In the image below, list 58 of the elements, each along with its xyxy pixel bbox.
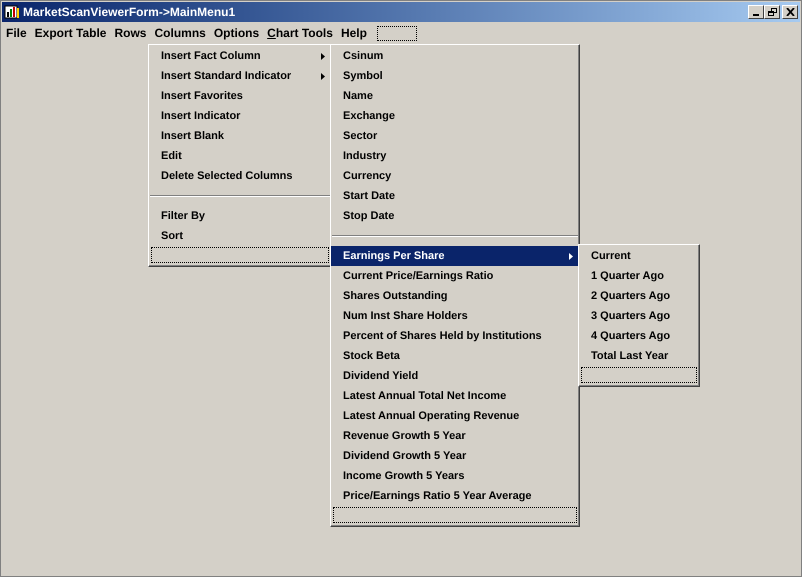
menu-item[interactable]: Dividend Growth 5 Year — [331, 446, 579, 466]
submenu-arrow-icon — [321, 72, 325, 80]
menu-item[interactable]: 1 Quarter Ago — [579, 266, 699, 286]
menu-item[interactable]: 4 Quarters Ago — [579, 326, 699, 346]
menu-item[interactable]: Symbol — [331, 66, 579, 86]
menu-item[interactable]: Income Growth 5 Years — [331, 466, 579, 486]
menu-item[interactable]: 3 Quarters Ago — [579, 306, 699, 326]
menu-bar-item[interactable]: Options — [210, 24, 264, 42]
menu-item[interactable]: Sector — [331, 126, 579, 146]
menu-item[interactable]: Current Price/Earnings Ratio — [331, 266, 579, 286]
menu-item[interactable]: Earnings Per Share — [331, 246, 579, 266]
menu-item[interactable]: Shares Outstanding — [331, 286, 579, 306]
menu-item[interactable]: Insert Indicator — [149, 106, 331, 126]
menu-item[interactable]: Edit — [149, 146, 331, 166]
restore-button[interactable] — [764, 5, 780, 19]
menu-item[interactable]: Num Inst Share Holders — [331, 306, 579, 326]
menu-item[interactable]: Dividend Yield — [331, 366, 579, 386]
menu-item[interactable]: Latest Annual Total Net Income — [331, 386, 579, 406]
menu-item[interactable]: Revenue Growth 5 Year — [331, 426, 579, 446]
empty-menu-item[interactable] — [376, 26, 417, 40]
menu-item[interactable]: 2 Quarters Ago — [579, 286, 699, 306]
menu-item[interactable]: Total Last Year — [579, 346, 699, 366]
menu-item[interactable]: Stock Beta — [331, 346, 579, 366]
menu-item[interactable]: Exchange — [331, 106, 579, 126]
empty-menu-item[interactable] — [151, 247, 329, 263]
window-title: MarketScanViewerForm->MainMenu1 — [23, 4, 236, 21]
menu-item[interactable]: Percent of Shares Held by Institutions — [331, 326, 579, 346]
menu-item[interactable]: Insert Standard Indicator — [149, 66, 331, 86]
menu-item[interactable]: Start Date — [331, 186, 579, 206]
restore-icon — [768, 8, 776, 16]
menu-item[interactable]: Sort — [149, 226, 331, 246]
menu-item[interactable]: Insert Blank — [149, 126, 331, 146]
empty-menu-item[interactable] — [581, 367, 697, 383]
menu-item[interactable]: Industry — [331, 146, 579, 166]
menu-bar-item[interactable]: Rows — [110, 24, 150, 42]
menu-bar-item[interactable]: Chart Tools — [263, 24, 337, 42]
menu-item[interactable]: Filter By — [149, 206, 331, 226]
menu-bar-item[interactable]: File — [2, 24, 31, 42]
menu-item[interactable]: Stop Date — [331, 206, 579, 226]
menu-item[interactable]: Name — [331, 86, 579, 106]
menu-item[interactable]: Price/Earnings Ratio 5 Year Average — [331, 486, 579, 506]
submenu-arrow-icon — [321, 52, 325, 60]
menu-item[interactable]: Insert Fact Column — [149, 46, 331, 66]
menu-item[interactable]: Current — [579, 246, 699, 266]
empty-menu-item[interactable] — [333, 507, 577, 523]
menu-item[interactable]: Insert Favorites — [149, 86, 331, 106]
submenu-arrow-icon — [569, 252, 573, 260]
menu-bar-item[interactable]: Export Table — [30, 24, 110, 42]
menu-item[interactable]: Csinum — [331, 46, 579, 66]
menu-item[interactable]: Latest Annual Operating Revenue — [331, 406, 579, 426]
menu-bar-item[interactable]: Help — [336, 24, 371, 42]
close-button[interactable] — [782, 5, 798, 19]
menu-bar-item[interactable]: Columns — [150, 24, 210, 42]
minimize-button[interactable] — [748, 5, 764, 19]
close-icon — [786, 8, 794, 16]
app-icon — [4, 5, 20, 19]
menu-item[interactable]: Delete Selected Columns — [149, 166, 331, 186]
menu-item[interactable]: Currency — [331, 166, 579, 186]
